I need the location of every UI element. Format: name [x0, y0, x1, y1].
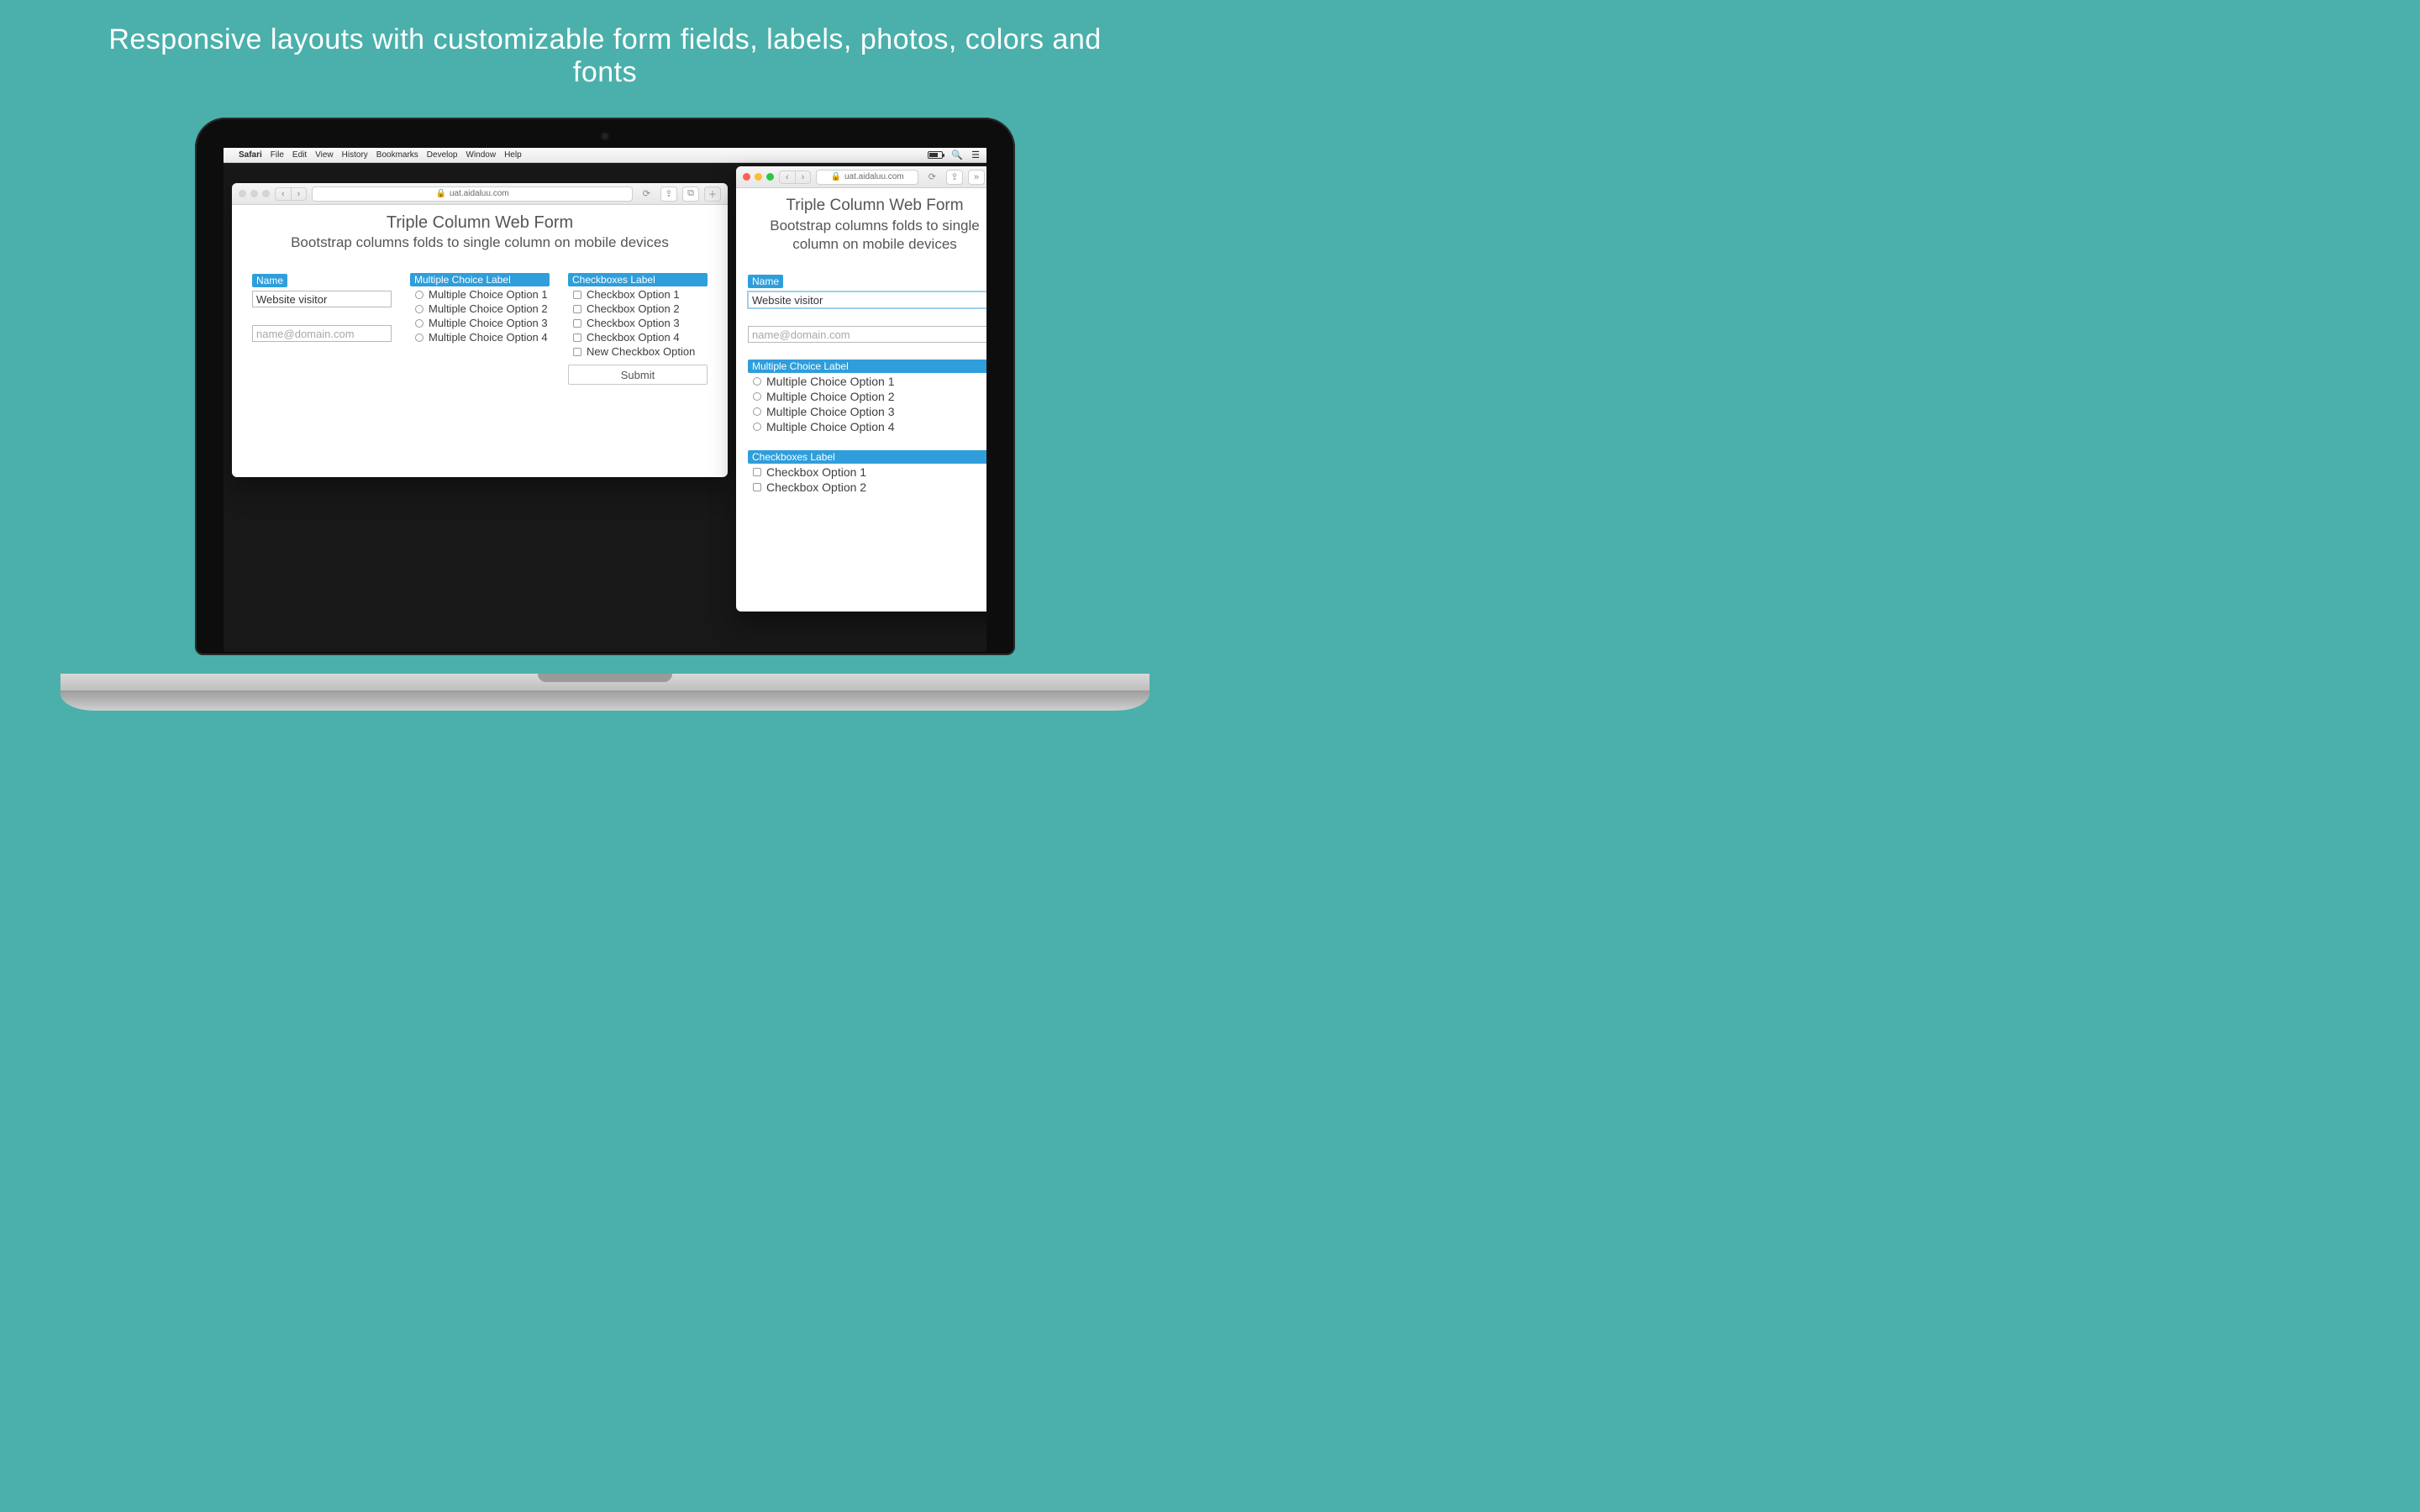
promo-headline: Responsive layouts with customizable for…: [0, 0, 1210, 89]
page-subtitle: Bootstrap columns folds to single column…: [748, 217, 986, 254]
close-icon[interactable]: [743, 173, 750, 181]
back-icon[interactable]: ‹: [780, 171, 795, 183]
radio-icon[interactable]: [753, 392, 761, 401]
name-input[interactable]: [252, 291, 392, 307]
minimize-icon[interactable]: [755, 173, 762, 181]
page-title: Triple Column Web Form: [748, 197, 986, 215]
lock-icon: 🔒: [831, 172, 841, 181]
checkbox-icon[interactable]: [573, 348, 581, 356]
email-input[interactable]: [252, 325, 392, 342]
checkboxes-label: Checkboxes Label: [748, 450, 986, 464]
email-input[interactable]: [748, 326, 986, 343]
radio-option[interactable]: Multiple Choice Option 3: [753, 405, 986, 418]
submit-button[interactable]: Submit: [568, 365, 708, 385]
menu-bookmarks[interactable]: Bookmarks: [376, 150, 418, 160]
radio-icon[interactable]: [753, 377, 761, 386]
multiple-choice-label: Multiple Choice Label: [748, 360, 986, 373]
webpage-mobile: Triple Column Web Form Bootstrap columns…: [736, 188, 986, 612]
menu-edit[interactable]: Edit: [292, 150, 307, 160]
radio-option[interactable]: Multiple Choice Option 1: [753, 375, 986, 388]
url-text: uat.aidaluu.com: [450, 189, 509, 198]
page-subtitle: Bootstrap columns folds to single column…: [252, 234, 708, 251]
window-controls[interactable]: [239, 190, 270, 197]
checkbox-icon[interactable]: [573, 305, 581, 313]
safari-toolbar: ‹ › 🔒 uat.aidaluu.com ⟳ ⇪ » ＋: [736, 166, 986, 188]
reload-icon[interactable]: ⟳: [923, 171, 941, 182]
checkbox-icon[interactable]: [573, 319, 581, 328]
radio-option[interactable]: Multiple Choice Option 4: [753, 420, 986, 433]
tabs-icon[interactable]: ⧉: [682, 186, 699, 202]
radio-option[interactable]: Multiple Choice Option 4: [415, 331, 550, 344]
spotlight-icon[interactable]: 🔍: [951, 150, 963, 160]
zoom-icon[interactable]: [262, 190, 270, 197]
forward-icon[interactable]: ›: [795, 171, 811, 183]
menu-window[interactable]: Window: [466, 150, 497, 160]
more-icon[interactable]: »: [968, 170, 985, 185]
new-tab-button[interactable]: ＋: [704, 186, 721, 202]
radio-option[interactable]: Multiple Choice Option 2: [753, 390, 986, 403]
name-label: Name: [748, 275, 783, 288]
safari-toolbar: ‹ › 🔒 uat.aidaluu.com ⟳ ⇪ ⧉ ＋: [232, 183, 728, 205]
safari-window-mobile: ‹ › 🔒 uat.aidaluu.com ⟳ ⇪ » ＋ Triple Col…: [736, 166, 986, 612]
battery-icon[interactable]: [928, 151, 943, 159]
forward-icon[interactable]: ›: [291, 188, 307, 200]
radio-icon[interactable]: [415, 291, 424, 299]
menu-view[interactable]: View: [315, 150, 334, 160]
nav-back-forward[interactable]: ‹ ›: [779, 171, 811, 184]
multiple-choice-label: Multiple Choice Label: [410, 273, 550, 286]
menu-develop[interactable]: Develop: [427, 150, 458, 160]
menubar-app-name[interactable]: Safari: [239, 150, 262, 160]
radio-option[interactable]: Multiple Choice Option 3: [415, 317, 550, 329]
checkbox-option[interactable]: Checkbox Option 3: [573, 317, 708, 329]
radio-icon[interactable]: [753, 423, 761, 431]
nav-back-forward[interactable]: ‹ ›: [275, 187, 307, 201]
webpage-desktop: Triple Column Web Form Bootstrap columns…: [232, 205, 728, 477]
name-label: Name: [252, 274, 287, 287]
camera-icon: [602, 133, 608, 139]
checkbox-option[interactable]: New Checkbox Option: [573, 345, 708, 358]
page-title: Triple Column Web Form: [252, 213, 708, 233]
lock-icon: 🔒: [436, 189, 446, 198]
checkbox-option[interactable]: Checkbox Option 2: [573, 302, 708, 315]
menu-history[interactable]: History: [342, 150, 368, 160]
checkbox-option[interactable]: Checkbox Option 2: [753, 480, 986, 494]
menu-file[interactable]: File: [271, 150, 284, 160]
share-icon[interactable]: ⇪: [946, 170, 963, 185]
address-bar[interactable]: 🔒 uat.aidaluu.com: [312, 186, 632, 202]
checkbox-icon[interactable]: [573, 333, 581, 342]
safari-window-desktop: ‹ › 🔒 uat.aidaluu.com ⟳ ⇪ ⧉ ＋ Triple Col…: [232, 183, 728, 477]
radio-option[interactable]: Multiple Choice Option 2: [415, 302, 550, 315]
menu-help[interactable]: Help: [504, 150, 522, 160]
close-icon[interactable]: [239, 190, 246, 197]
checkbox-icon[interactable]: [753, 483, 761, 491]
url-text: uat.aidaluu.com: [844, 172, 904, 181]
window-controls[interactable]: [743, 173, 774, 181]
name-input[interactable]: [748, 291, 986, 308]
radio-icon[interactable]: [415, 305, 424, 313]
laptop-frame: Safari File Edit View History Bookmarks …: [195, 118, 1015, 689]
checkbox-icon[interactable]: [573, 291, 581, 299]
reload-icon[interactable]: ⟳: [638, 188, 655, 199]
back-icon[interactable]: ‹: [276, 188, 291, 200]
checkbox-icon[interactable]: [753, 468, 761, 476]
radio-option[interactable]: Multiple Choice Option 1: [415, 288, 550, 301]
menu-extras-icon[interactable]: ☰: [971, 150, 980, 160]
desktop-area: Safari File Edit View History Bookmarks …: [224, 148, 986, 652]
radio-icon[interactable]: [415, 333, 424, 342]
laptop-base: [60, 674, 1150, 711]
radio-icon[interactable]: [753, 407, 761, 416]
radio-icon[interactable]: [415, 319, 424, 328]
minimize-icon[interactable]: [250, 190, 258, 197]
checkbox-option[interactable]: Checkbox Option 1: [753, 465, 986, 479]
macos-menubar: Safari File Edit View History Bookmarks …: [224, 148, 986, 163]
checkbox-option[interactable]: Checkbox Option 4: [573, 331, 708, 344]
address-bar[interactable]: 🔒 uat.aidaluu.com: [816, 170, 918, 185]
checkbox-option[interactable]: Checkbox Option 1: [573, 288, 708, 301]
checkboxes-label: Checkboxes Label: [568, 273, 708, 286]
zoom-icon[interactable]: [766, 173, 774, 181]
share-icon[interactable]: ⇪: [660, 186, 677, 202]
